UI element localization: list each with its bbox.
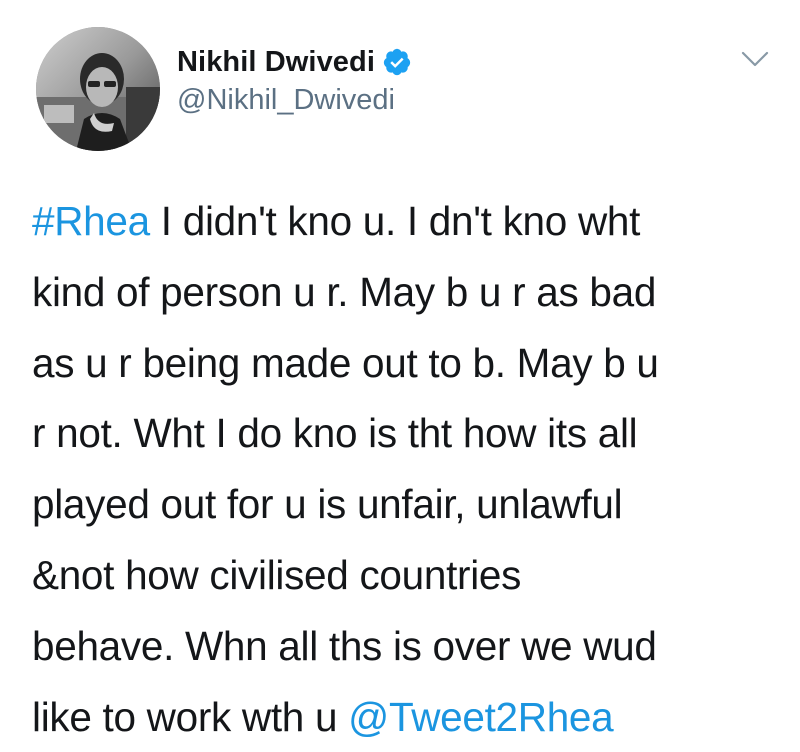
tweet-text-line: &not how civilised countries bbox=[32, 551, 522, 598]
avatar-photo bbox=[36, 27, 160, 151]
author-handle[interactable]: @Nikhil_Dwivedi bbox=[177, 84, 395, 117]
tweet-text-line: like to work wth u @Tweet2Rhea bbox=[32, 682, 782, 752]
tweet-text-segment: like to work wth u bbox=[32, 693, 349, 740]
verified-badge-icon bbox=[382, 47, 412, 77]
chevron-down-icon[interactable] bbox=[740, 48, 770, 70]
tweet-text-line: r not. Wht I do kno is tht how its all bbox=[32, 410, 638, 457]
avatar[interactable] bbox=[36, 27, 160, 151]
tweet-text-line: kind of person u r. May b u r as bad bbox=[32, 268, 657, 315]
tweet-card: Nikhil Dwivedi @Nikhil_Dwivedi #Rhea I d… bbox=[0, 0, 800, 749]
tweet-text-line: as u r being made out to b. May b u bbox=[32, 339, 659, 386]
tweet-text-segment: I didn't kno u. I dn't kno wht bbox=[149, 198, 641, 244]
tweet-text-line: behave. Whn all ths is over we wud bbox=[32, 622, 657, 669]
tweet-text-line: played out for u is unfair, unlawful bbox=[32, 481, 623, 528]
tweet-text-line: #Rhea I didn't kno u. I dn't kno wht bbox=[32, 186, 782, 257]
author-name-row: Nikhil Dwivedi bbox=[177, 42, 412, 82]
display-name[interactable]: Nikhil Dwivedi bbox=[177, 46, 375, 79]
hashtag-link[interactable]: #Rhea bbox=[32, 198, 150, 244]
mention-link[interactable]: @Tweet2Rhea bbox=[348, 694, 614, 740]
tweet-text: #Rhea I didn't kno u. I dn't kno wht kin… bbox=[32, 186, 782, 752]
